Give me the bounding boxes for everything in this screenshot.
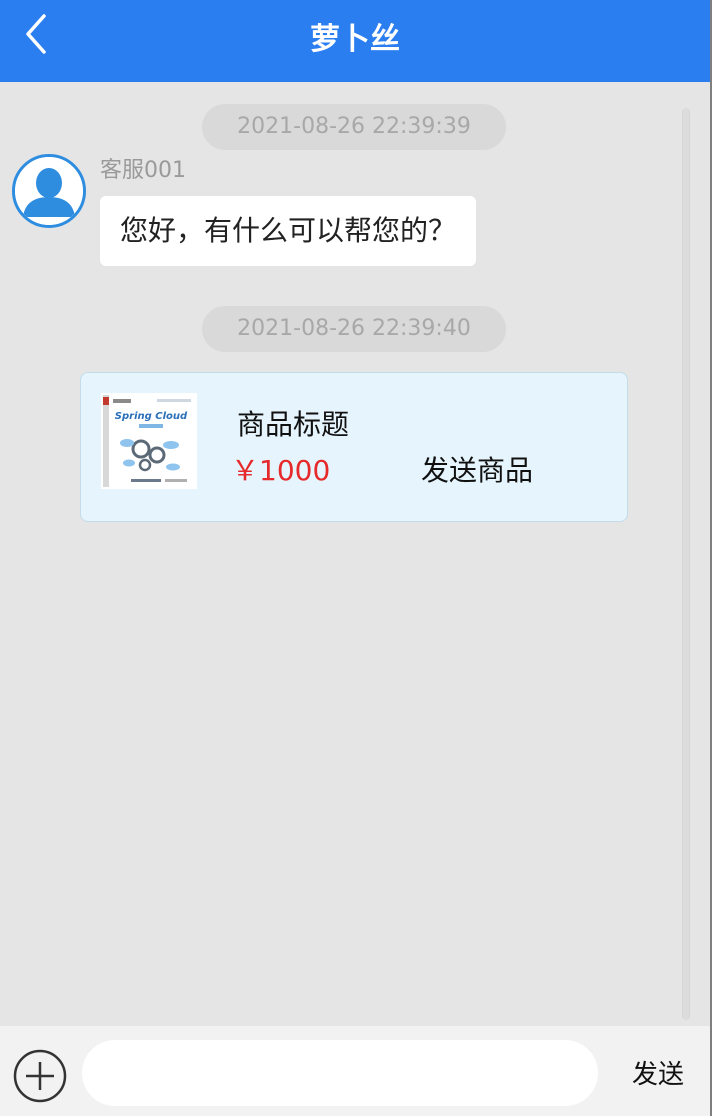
plus-circle-icon[interactable]	[12, 1048, 68, 1104]
message-input[interactable]	[82, 1040, 598, 1106]
user-avatar-icon	[15, 157, 83, 225]
chat-screen: 萝卜丝 2021-08-26 22:39:39 客服001 您好，有什么可以帮您…	[0, 0, 712, 1116]
scrollbar[interactable]	[682, 108, 690, 1020]
book-cover-title: Spring Cloud	[115, 411, 188, 422]
product-title: 商品标题	[237, 408, 350, 441]
message-bubble: 您好，有什么可以帮您的？	[100, 196, 477, 266]
page-title: 萝卜丝	[310, 22, 400, 57]
input-bar: 发送	[0, 1026, 710, 1116]
product-card[interactable]: Spring Cloud 商品标题 ￥1000 发送商品	[80, 372, 628, 522]
product-price: ￥1000	[231, 454, 331, 487]
scrollbar-thumb[interactable]	[683, 108, 689, 1020]
agent-avatar[interactable]	[12, 154, 86, 228]
send-product-button[interactable]: 发送商品	[421, 453, 533, 489]
product-thumbnail[interactable]: Spring Cloud	[101, 393, 197, 489]
header-bar: 萝卜丝	[0, 0, 710, 82]
chat-messages-area[interactable]: 2021-08-26 22:39:39 客服001 您好，有什么可以帮您的？ 2…	[0, 82, 710, 1026]
message-timestamp: 2021-08-26 22:39:39	[202, 104, 506, 150]
message-timestamp: 2021-08-26 22:39:40	[202, 306, 506, 352]
sender-name: 客服001	[100, 158, 186, 183]
send-button[interactable]: 发送	[632, 1058, 684, 1092]
